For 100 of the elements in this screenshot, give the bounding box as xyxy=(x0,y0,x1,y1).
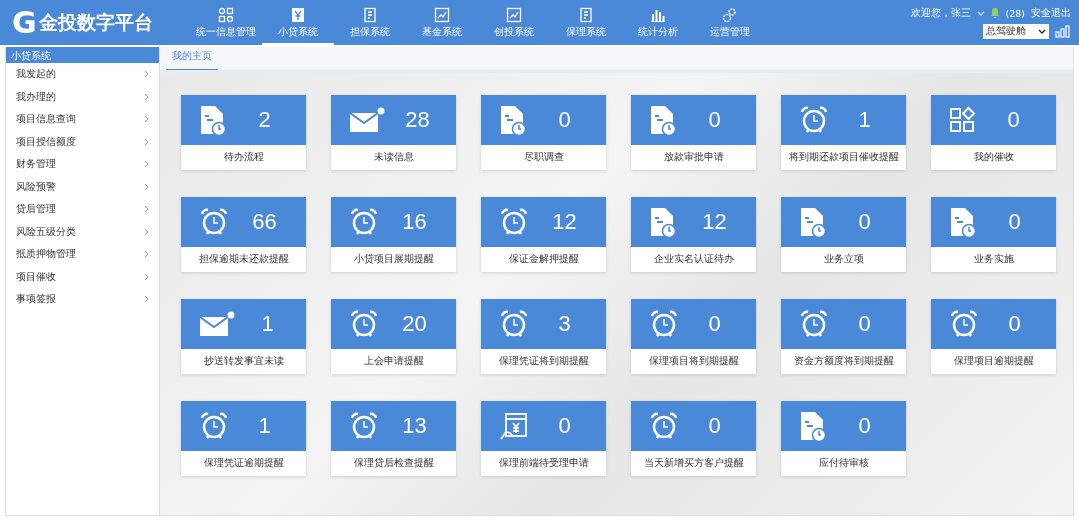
alarm-clock-icon xyxy=(649,411,679,441)
card-label: 应付待审核 xyxy=(817,456,870,470)
chevron-icon xyxy=(144,272,149,281)
chevron-icon xyxy=(144,160,149,169)
alarm-clock-icon xyxy=(199,411,229,441)
sidebar-item[interactable]: 项目信息查询 xyxy=(6,108,159,131)
card-count: 0 xyxy=(857,413,872,439)
card-count: 0 xyxy=(1006,107,1021,133)
logo-mark: G xyxy=(12,5,37,40)
dashboard-card[interactable]: 3 保理凭证将到期提醒 xyxy=(481,299,606,374)
dashboard-card[interactable]: 0 放款审批申请 xyxy=(631,95,756,170)
nav-tab[interactable]: 运营管理 xyxy=(694,0,766,45)
dashboard-card[interactable]: 12 保证金解押提醒 xyxy=(481,197,606,272)
dashboard-card[interactable]: 1 保理凭证逾期提醒 xyxy=(181,401,306,476)
nav-tab[interactable]: 担保系统 xyxy=(334,0,406,45)
card-label: 未读信息 xyxy=(372,150,415,164)
nav-tab[interactable]: 小贷系统 xyxy=(262,0,334,45)
alarm-clock-icon xyxy=(349,411,379,441)
card-count: 0 xyxy=(557,413,572,439)
nav-tab[interactable]: 创投系统 xyxy=(478,0,550,45)
dashboard-card[interactable]: 20 上会申请提醒 xyxy=(331,299,456,374)
apps-icon xyxy=(218,6,234,23)
sidebar-title: 小贷系统 xyxy=(6,47,159,63)
chevron-icon xyxy=(144,115,149,124)
dashboard-card[interactable]: 0 业务立项 xyxy=(781,197,906,272)
dashboard-card[interactable]: 16 小贷项目展期提醒 xyxy=(331,197,456,272)
card-count: 0 xyxy=(557,107,572,133)
sidebar-item[interactable]: 风险五级分类 xyxy=(6,220,159,243)
card-count: 0 xyxy=(707,413,722,439)
nav-tab[interactable]: 统计分析 xyxy=(622,0,694,45)
dashboard-card[interactable]: 0 当天新增买方客户提醒 xyxy=(631,401,756,476)
nav-tab[interactable]: 基金系统 xyxy=(406,0,478,45)
chevron-icon xyxy=(144,137,149,146)
card-count: 0 xyxy=(857,209,872,235)
chevron-icon xyxy=(144,70,149,79)
card-count: 12 xyxy=(701,209,728,235)
dashboard-card[interactable]: 0 保理项目逾期提醒 xyxy=(931,299,1056,374)
dashboard-card[interactable]: 0 我的催收 xyxy=(931,95,1056,170)
sidebar-item[interactable]: 抵质押物管理 xyxy=(6,243,159,266)
sidebar-item[interactable]: 我办理的 xyxy=(6,85,159,108)
alarm-clock-icon xyxy=(499,309,529,339)
envelope-icon xyxy=(199,311,235,337)
sidebar-item[interactable]: 项目授信额度 xyxy=(6,130,159,153)
dashboard-card[interactable]: 66 担保逾期未还款提醒 xyxy=(181,197,306,272)
dashboard-card[interactable]: 13 保理贷后检查提醒 xyxy=(331,401,456,476)
bell-icon[interactable] xyxy=(991,8,1000,18)
dashboard-card[interactable]: 1 将到期还款项目催收提醒 xyxy=(781,95,906,170)
card-count: 0 xyxy=(1007,311,1022,337)
sidebar-item[interactable]: 财务管理 xyxy=(6,153,159,176)
nav-tab[interactable]: 保理系统 xyxy=(550,0,622,45)
card-count: 0 xyxy=(1007,209,1022,235)
dashboard-card[interactable]: 2 待办流程 xyxy=(181,95,306,170)
dashboard-card[interactable]: 0 资金方额度将到期提醒 xyxy=(781,299,906,374)
card-label: 保证金解押提醒 xyxy=(507,252,580,266)
welcome-user-menu[interactable]: 欢迎您，张三 xyxy=(911,6,972,20)
dashboard-card[interactable]: 0 保理前端待受理申请 xyxy=(481,401,606,476)
dashboard-card[interactable]: 0 应付待审核 xyxy=(781,401,906,476)
chevron-icon xyxy=(144,182,149,191)
sidebar-item[interactable]: 项目催收 xyxy=(6,265,159,288)
card-count: 0 xyxy=(857,311,872,337)
dashboard-card[interactable]: 12 企业实名认证待办 xyxy=(631,197,756,272)
chart-icon[interactable] xyxy=(1055,24,1071,38)
gears-icon xyxy=(722,6,738,23)
dashboard-card[interactable]: 0 尽职调查 xyxy=(481,95,606,170)
sidebar-item[interactable]: 我发起的 xyxy=(6,63,159,86)
card-label: 担保逾期未还款提醒 xyxy=(197,252,290,266)
page-tab[interactable]: 我的主页 xyxy=(166,49,218,70)
sidebar-item[interactable]: 事项签报 xyxy=(6,288,159,311)
card-label: 上会申请提醒 xyxy=(362,354,425,368)
dashboard-card[interactable]: 0 业务实施 xyxy=(931,197,1056,272)
alarm-clock-icon xyxy=(199,207,229,237)
card-count: 16 xyxy=(401,209,428,235)
sidebar-item[interactable]: 风险预警 xyxy=(6,175,159,198)
card-label: 业务立项 xyxy=(822,252,865,266)
card-count: 1 xyxy=(857,107,872,133)
dashboard-card[interactable]: 28 未读信息 xyxy=(331,95,456,170)
apps-icon xyxy=(949,106,977,134)
notification-count[interactable]: (28) xyxy=(1005,7,1025,19)
nav-tab[interactable]: 统一信息管理 xyxy=(190,0,262,45)
dashboard-card[interactable]: 1 抄送转发事宜未读 xyxy=(181,299,306,374)
alarm-clock-icon xyxy=(349,207,379,237)
chevron-icon xyxy=(144,205,149,214)
cockpit-select[interactable]: 总驾驶舱 xyxy=(983,23,1049,39)
document-icon xyxy=(362,6,378,23)
logout-link[interactable]: 安全退出 xyxy=(1031,6,1071,20)
dashboard-card[interactable]: 0 保理项目将到期提醒 xyxy=(631,299,756,374)
card-label: 待办流程 xyxy=(222,150,265,164)
chevron-icon xyxy=(144,250,149,259)
alarm-clock-icon xyxy=(649,309,679,339)
sidebar-item[interactable]: 贷后管理 xyxy=(6,198,159,221)
caret-icon xyxy=(977,10,986,16)
card-count: 28 xyxy=(404,107,431,133)
card-label: 我的催收 xyxy=(972,150,1015,164)
card-count: 0 xyxy=(707,311,722,337)
card-count: 2 xyxy=(257,107,272,133)
card-label: 保理凭证将到期提醒 xyxy=(497,354,590,368)
card-count: 13 xyxy=(401,413,428,439)
card-label: 业务实施 xyxy=(972,252,1015,266)
card-label: 当天新增买方客户提醒 xyxy=(642,456,745,470)
card-label: 保理项目将到期提醒 xyxy=(647,354,740,368)
